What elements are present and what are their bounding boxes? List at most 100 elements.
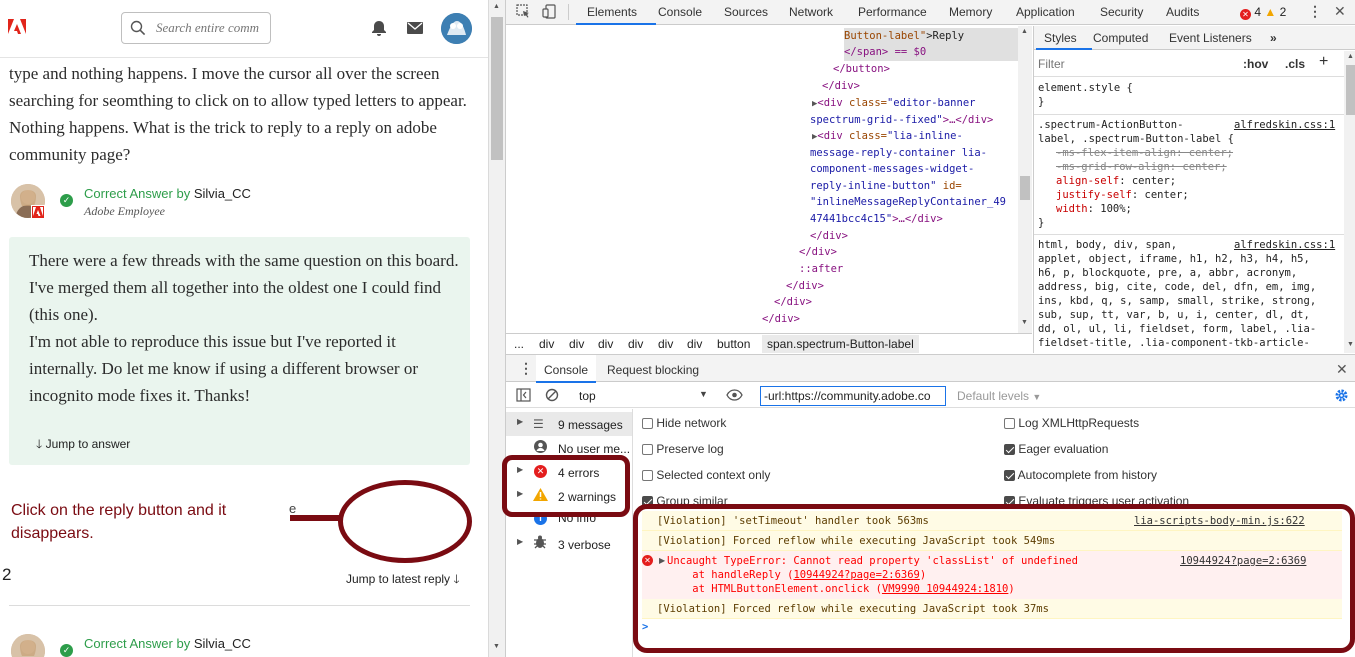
tab-network[interactable]: Network xyxy=(789,5,833,19)
tab-computed[interactable]: Computed xyxy=(1093,31,1148,45)
rule-selector[interactable]: label, .spectrum-Button-label { xyxy=(1038,132,1234,146)
selected-node[interactable]: </span> == $0 xyxy=(844,44,1018,61)
dom-line[interactable]: ::after xyxy=(799,261,843,278)
context-selector[interactable]: top ▼ xyxy=(570,386,710,405)
rule-selector[interactable]: applet, object, iframe, h1, h2, h3, h4, … xyxy=(1038,252,1310,266)
eye-icon[interactable] xyxy=(726,389,743,404)
scrollbar-thumb[interactable] xyxy=(491,17,503,160)
tab-sources[interactable]: Sources xyxy=(724,5,768,19)
breadcrumb-item[interactable]: div xyxy=(598,337,613,351)
stylesheet-link[interactable]: alfredskin.css:1 xyxy=(1234,238,1335,252)
dom-line[interactable]: </div> xyxy=(810,228,848,245)
sidebar-item-verbose[interactable]: ▶ 3 verbose xyxy=(506,532,632,556)
more-options-icon[interactable]: ⋮ xyxy=(1308,3,1322,20)
breadcrumb-current[interactable]: span.spectrum-Button-label xyxy=(762,335,919,353)
css-property-overridden[interactable]: -ms-grid-row-align: center; xyxy=(1056,160,1227,174)
adobe-logo-icon[interactable] xyxy=(7,17,27,37)
user-avatar[interactable] xyxy=(441,13,472,44)
breadcrumb-item[interactable]: button xyxy=(717,337,750,351)
css-property-overridden[interactable]: -ms-flex-item-align: center; xyxy=(1056,146,1233,160)
dom-line[interactable]: reply-inline-button" id= xyxy=(810,178,962,195)
rule-selector[interactable]: fieldset-title, .lia-component-tkb-artic… xyxy=(1038,336,1310,350)
rule-selector[interactable]: sub, sup, tt, var, b, u, i, center, dl, … xyxy=(1038,308,1310,322)
dom-line[interactable]: </div> xyxy=(762,311,800,328)
breadcrumb-item[interactable]: div xyxy=(658,337,673,351)
rule-selector[interactable]: .spectrum-ActionButton- xyxy=(1038,118,1183,132)
dom-line[interactable]: </div> xyxy=(786,278,824,295)
element-style[interactable]: element.style { xyxy=(1038,81,1133,95)
dom-line[interactable]: spectrum-grid--fixed">…</div> xyxy=(810,112,993,129)
close-drawer-icon[interactable]: ✕ xyxy=(1336,361,1348,378)
dom-line[interactable]: ▶<div class="lia-inline- xyxy=(812,128,963,146)
dom-line[interactable]: 47441bcc4c15">…</div> xyxy=(810,211,943,228)
dom-scrollbar[interactable]: ▲ ▼ xyxy=(1018,26,1032,333)
bell-icon[interactable] xyxy=(371,20,387,40)
tab-performance[interactable]: Performance xyxy=(858,5,927,19)
tab-elements[interactable]: Elements xyxy=(576,0,656,25)
author-name[interactable]: Silvia_CC xyxy=(194,186,251,201)
tab-memory[interactable]: Memory xyxy=(949,5,992,19)
issues-counter[interactable]: ✕ 4 ▲ 2 xyxy=(1240,5,1286,20)
drawer-tab-console[interactable]: Console xyxy=(536,355,596,383)
jump-to-latest-reply-link[interactable]: Jump to latest reply 🡓 xyxy=(346,570,460,591)
option-preserve-log[interactable]: Preserve log xyxy=(642,442,724,456)
tab-event-listeners[interactable]: Event Listeners xyxy=(1169,31,1252,45)
rule-selector[interactable]: dd, ol, ul, li, fieldset, form, label, .… xyxy=(1038,322,1316,336)
dom-line[interactable]: "inlineMessageReplyContainer_49 xyxy=(810,194,1006,211)
css-property[interactable]: justify-self: center; xyxy=(1056,188,1189,202)
page-scrollbar[interactable]: ▲ ▼ xyxy=(489,0,505,657)
tab-application[interactable]: Application xyxy=(1016,5,1075,19)
rule-selector[interactable]: html, body, div, span, xyxy=(1038,238,1177,252)
tab-security[interactable]: Security xyxy=(1100,5,1143,19)
rule-selector[interactable]: address, big, cite, code, del, dfn, em, … xyxy=(1038,280,1316,294)
add-rule-icon[interactable]: + xyxy=(1319,53,1328,71)
option-hide-network[interactable]: Hide network xyxy=(642,416,726,430)
dom-line[interactable]: ▶<div class="editor-banner xyxy=(812,95,975,113)
clear-console-icon[interactable] xyxy=(545,388,559,405)
device-toolbar-icon[interactable] xyxy=(542,4,557,22)
hover-toggle[interactable]: :hov xyxy=(1243,57,1268,71)
css-property[interactable]: width: 100%; xyxy=(1056,202,1132,216)
tab-console[interactable]: Console xyxy=(658,5,702,19)
styles-scrollbar[interactable]: ▲ ▼ xyxy=(1344,51,1355,353)
console-filter-input[interactable] xyxy=(760,386,946,406)
breadcrumb-item[interactable]: div xyxy=(628,337,643,351)
search-input[interactable] xyxy=(156,19,266,37)
jump-to-answer-link[interactable]: 🡓 Jump to answer xyxy=(36,435,130,456)
console-sidebar-icon[interactable] xyxy=(516,388,531,405)
search-box[interactable] xyxy=(121,12,271,44)
inspect-element-icon[interactable] xyxy=(516,4,531,22)
more-tabs-icon[interactable]: » xyxy=(1270,31,1277,45)
drawer-menu-icon[interactable]: ⋮ xyxy=(519,360,533,377)
tab-audits[interactable]: Audits xyxy=(1166,5,1199,19)
tab-styles[interactable]: Styles xyxy=(1036,26,1092,50)
scroll-up-icon[interactable]: ▲ xyxy=(493,3,500,10)
dom-line[interactable]: component-messages-widget- xyxy=(810,161,974,178)
breadcrumb-item[interactable]: div xyxy=(539,337,554,351)
css-property[interactable]: align-self: center; xyxy=(1056,174,1176,188)
breadcrumb-more[interactable]: ... xyxy=(514,337,524,351)
console-settings-gear-icon[interactable] xyxy=(1334,388,1349,406)
dom-line[interactable]: message-reply-container lia- xyxy=(810,145,987,162)
stylesheet-link[interactable]: alfredskin.css:1 xyxy=(1234,118,1335,132)
option-autocomplete[interactable]: Autocomplete from history xyxy=(1004,468,1157,482)
option-log-xhr[interactable]: Log XMLHttpRequests xyxy=(1004,416,1139,430)
dom-line[interactable]: </div> xyxy=(799,244,837,261)
close-devtools-icon[interactable]: ✕ xyxy=(1334,3,1346,20)
dom-line[interactable]: </div> xyxy=(822,78,860,95)
class-toggle[interactable]: .cls xyxy=(1285,57,1305,71)
dom-line[interactable]: </button> xyxy=(833,61,890,78)
mail-icon[interactable] xyxy=(407,22,423,37)
drawer-tab-request-blocking[interactable]: Request blocking xyxy=(607,363,699,377)
styles-filter-input[interactable] xyxy=(1038,55,1228,73)
breadcrumb-item[interactable]: div xyxy=(569,337,584,351)
sidebar-item-messages[interactable]: ▶ ☰ 9 messages xyxy=(506,412,632,436)
breadcrumb-item[interactable]: div xyxy=(687,337,702,351)
dom-line[interactable]: </div> xyxy=(774,294,812,311)
option-eager-evaluation[interactable]: Eager evaluation xyxy=(1004,442,1108,456)
rule-selector[interactable]: h6, p, blockquote, pre, a, abbr, acronym… xyxy=(1038,266,1297,280)
author-avatar[interactable] xyxy=(11,634,45,657)
scroll-down-icon[interactable]: ▼ xyxy=(493,643,500,650)
rule-selector[interactable]: ins, kbd, q, s, samp, small, strike, str… xyxy=(1038,294,1316,308)
dom-tree[interactable]: Button-label">Reply </span> == $0 </butt… xyxy=(506,26,1018,333)
